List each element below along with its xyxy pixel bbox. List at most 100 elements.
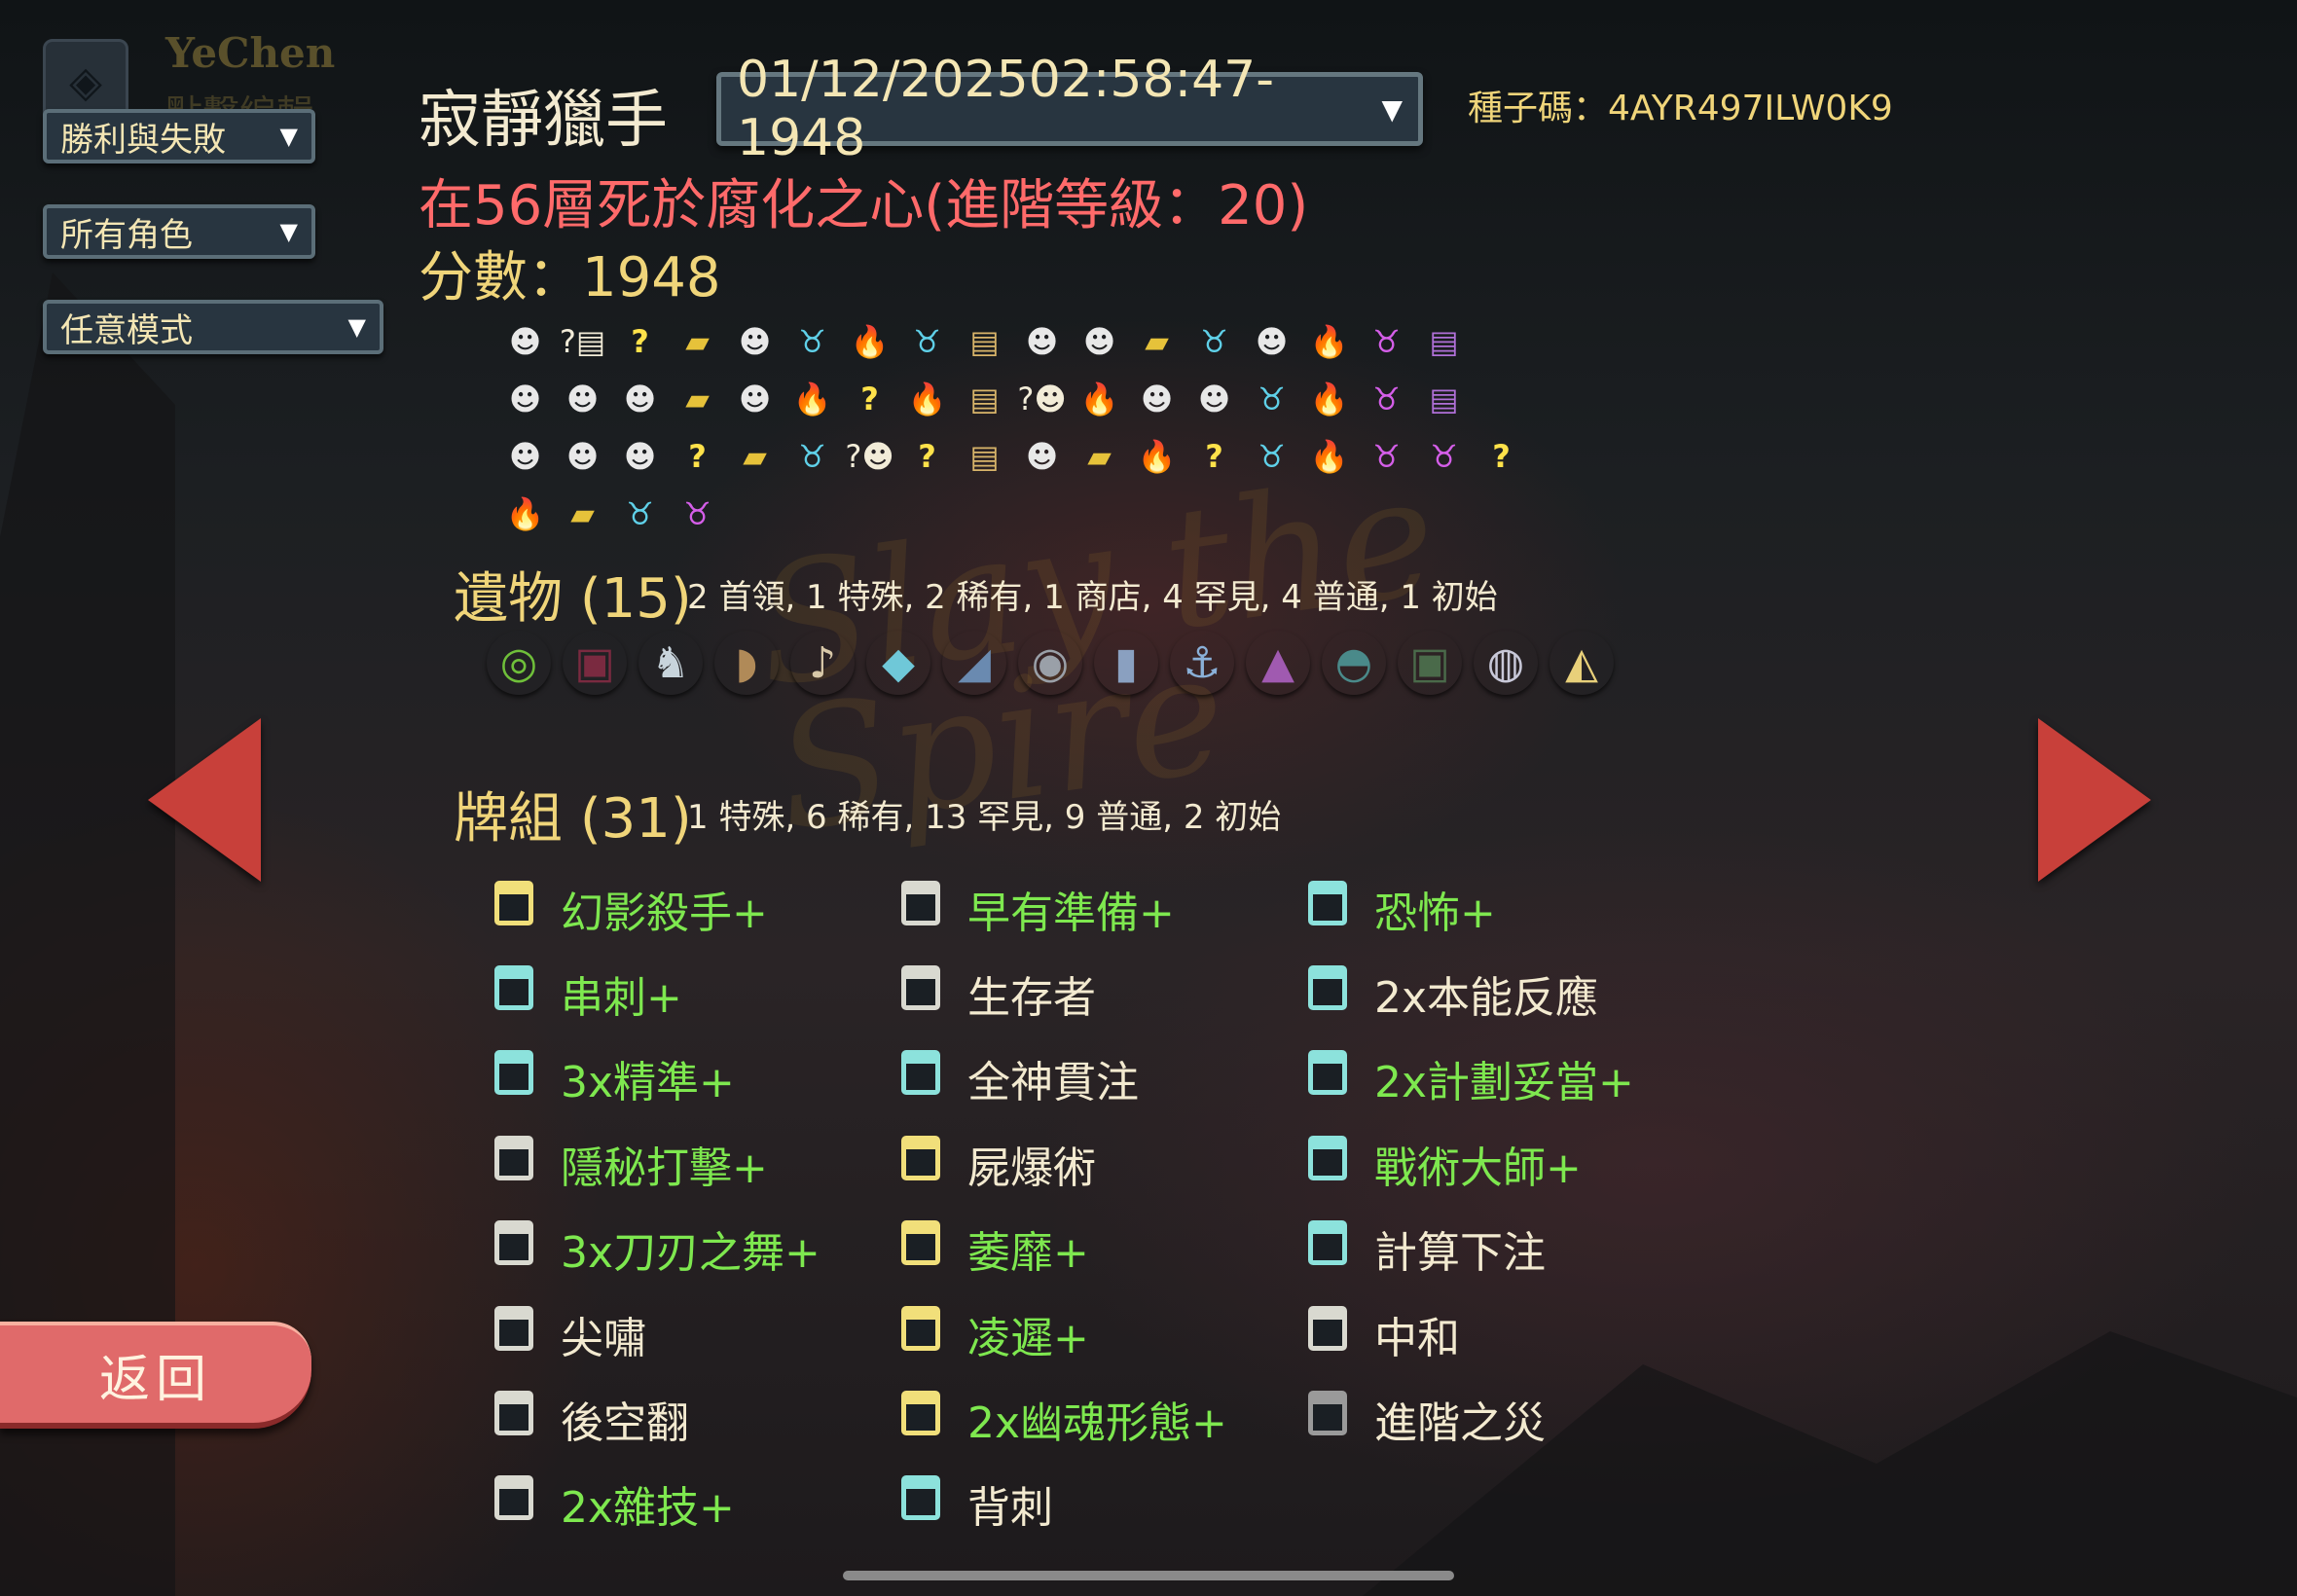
card-name: 隱秘打擊+ [561,1143,768,1193]
deck-card[interactable]: 背刺 [901,1462,1308,1546]
chest-icon[interactable]: ◓ [1322,631,1386,695]
card-type-icon [901,1305,940,1351]
deck-card[interactable]: 隱秘打擊+ [494,1121,901,1206]
card-type-icon [494,1220,533,1266]
deck-card[interactable]: 計算下注 [1308,1207,1715,1291]
anchor-icon[interactable]: ⚓ [1170,631,1234,695]
monster-node-icon: ☻ [565,438,600,475]
deck-card[interactable]: 進階之災 [1308,1376,1715,1461]
card-name: 2x本能反應 [1374,973,1599,1024]
chevron-down-icon: ▼ [279,123,298,150]
card-name: 串刺+ [561,973,682,1024]
deck-card[interactable]: 幻影殺手+ [494,866,901,951]
deck-card[interactable]: 戰術大師+ [1308,1121,1715,1206]
relics-title: 遺物 [454,567,563,631]
deck-card[interactable]: 2x本能反應 [1308,951,1715,1035]
run-select-dropdown[interactable]: 01/12/202502:58:47-1948 ▼ [716,51,1423,167]
deck-card[interactable]: 2x雜技+ [494,1462,901,1546]
elite-node-icon: ♉ [1258,381,1286,417]
card-type-icon [1308,965,1347,1011]
character-filter-dropdown[interactable]: 所有角色 ▼ [43,204,315,259]
result-filter-dropdown[interactable]: 勝利與失敗 ▼ [43,109,315,163]
card-name: 恐怖+ [1374,888,1496,938]
rest-node-icon: 🔥 [792,381,832,417]
chest-node-icon: ▤ [1429,381,1459,417]
deck-count: (31) [579,787,692,851]
unknown-chest-node-icon: ?▤ [559,323,606,360]
relic-list: ◎ ▣ ♞ ◗ ♪ ◆ ◢ ◉ ▮ ⚓ ▲ ◓ ▣ ◍ ◭ [487,631,1625,695]
pipe-icon[interactable]: ♪ [790,631,855,695]
orb-icon[interactable]: ◉ [1018,631,1082,695]
card-type-icon [494,1135,533,1180]
home-indicator[interactable] [843,1571,1454,1580]
tent-icon[interactable]: ▲ [1246,631,1310,695]
deck-card[interactable]: 2x幽魂形態+ [901,1376,1308,1461]
boss-node-icon: ♉ [1430,438,1458,475]
monster-node-icon: ☻ [565,381,600,417]
relics-summary: 2 首領, 1 特殊, 2 稀有, 1 商店, 4 罕見, 4 普通, 1 初始 [687,578,1498,617]
deck-card[interactable]: 後空翻 [494,1376,901,1461]
path-row: ☻ ?▤? ▰ ☻ ♉ 🔥 ♉ ▤ ☻ ☻ ▰ ♉ ☻ 🔥 ♉ ▤ [496,313,1567,371]
back-button[interactable]: 返回 [0,1322,311,1429]
card-type-icon [901,880,940,925]
shark-icon[interactable]: ◢ [942,631,1006,695]
shop-node-icon: ▰ [743,438,767,475]
deck-card[interactable]: 凌遲+ [901,1291,1308,1376]
rest-node-icon: 🔥 [505,495,545,532]
card-type-icon [1308,880,1347,925]
deck-card[interactable]: 2x計劃妥當+ [1308,1036,1715,1121]
card-name: 生存者 [967,973,1096,1024]
seed-code: 種子碼：4AYR497ILW0K9 [1468,89,1893,128]
deck-card[interactable]: 生存者 [901,951,1308,1035]
boss-node-icon: ♉ [1372,438,1401,475]
previous-run-arrow-icon[interactable] [148,718,261,882]
card-name: 屍爆術 [967,1143,1096,1193]
deck-card[interactable]: 中和 [1308,1291,1715,1376]
deck-card[interactable]: 萎靡+ [901,1207,1308,1291]
run-select-value: 01/12/202502:58:47-1948 [737,51,1275,167]
jar-icon[interactable]: ▮ [1094,631,1158,695]
deck-card[interactable]: 早有準備+ [901,866,1308,951]
card-type-icon [901,1050,940,1096]
card-name: 2x幽魂形態+ [967,1398,1227,1449]
boss-node-icon: ♉ [1372,323,1401,360]
monster-node-icon: ☻ [738,323,772,360]
compass-icon[interactable]: ◍ [1474,631,1538,695]
card-name: 幻影殺手+ [561,888,768,938]
card-name: 背刺 [967,1483,1053,1534]
rest-node-icon: 🔥 [1309,323,1349,360]
rest-node-icon: 🔥 [1309,381,1349,417]
deck-card[interactable]: 串刺+ [494,951,901,1035]
deck-card[interactable]: 尖嘯 [494,1291,901,1376]
box-icon[interactable]: ▣ [563,631,627,695]
chevron-down-icon: ▼ [279,218,298,245]
deck-card[interactable]: 3x刀刃之舞+ [494,1207,901,1291]
monster-node-icon: ☻ [508,323,542,360]
card-type-icon [494,1391,533,1436]
bag-icon[interactable]: ◗ [714,631,779,695]
crystal-icon[interactable]: ◆ [866,631,930,695]
lantern-icon[interactable]: ▣ [1398,631,1462,695]
ring-icon[interactable]: ◎ [487,631,551,695]
card-type-icon [901,1220,940,1266]
monster-node-icon: ☻ [738,381,772,417]
deck-card[interactable]: 恐怖+ [1308,866,1715,951]
crane-icon[interactable]: ◭ [1550,631,1614,695]
treasure-node-icon: ▤ [969,381,1000,417]
mode-filter-label: 任意模式 [60,310,193,350]
path-row: ☻ ☻ ☻ ▰ ☻ 🔥? 🔥 ▤ ?☻ 🔥 ☻ ☻ ♉ 🔥 ♉ ▤ [496,371,1567,428]
next-run-arrow-icon[interactable] [2038,718,2151,882]
shop-node-icon: ▰ [1087,438,1112,475]
profile-emblem-icon: ◈ [69,56,102,107]
deck-card[interactable]: 屍爆術 [901,1121,1308,1206]
profile-name[interactable]: YeChen [165,29,335,77]
card-name: 全神貫注 [967,1058,1139,1108]
monster-node-icon: ☻ [508,381,542,417]
unknown-node-icon: ? [688,438,707,475]
deck-card[interactable]: 全神貫注 [901,1036,1308,1121]
elite-node-icon: ♉ [626,495,654,532]
deck-card[interactable]: 3x精準+ [494,1036,901,1121]
elephant-icon[interactable]: ♞ [638,631,703,695]
mode-filter-dropdown[interactable]: 任意模式 ▼ [43,300,383,354]
character-title: 寂靜獵手 [419,85,668,157]
